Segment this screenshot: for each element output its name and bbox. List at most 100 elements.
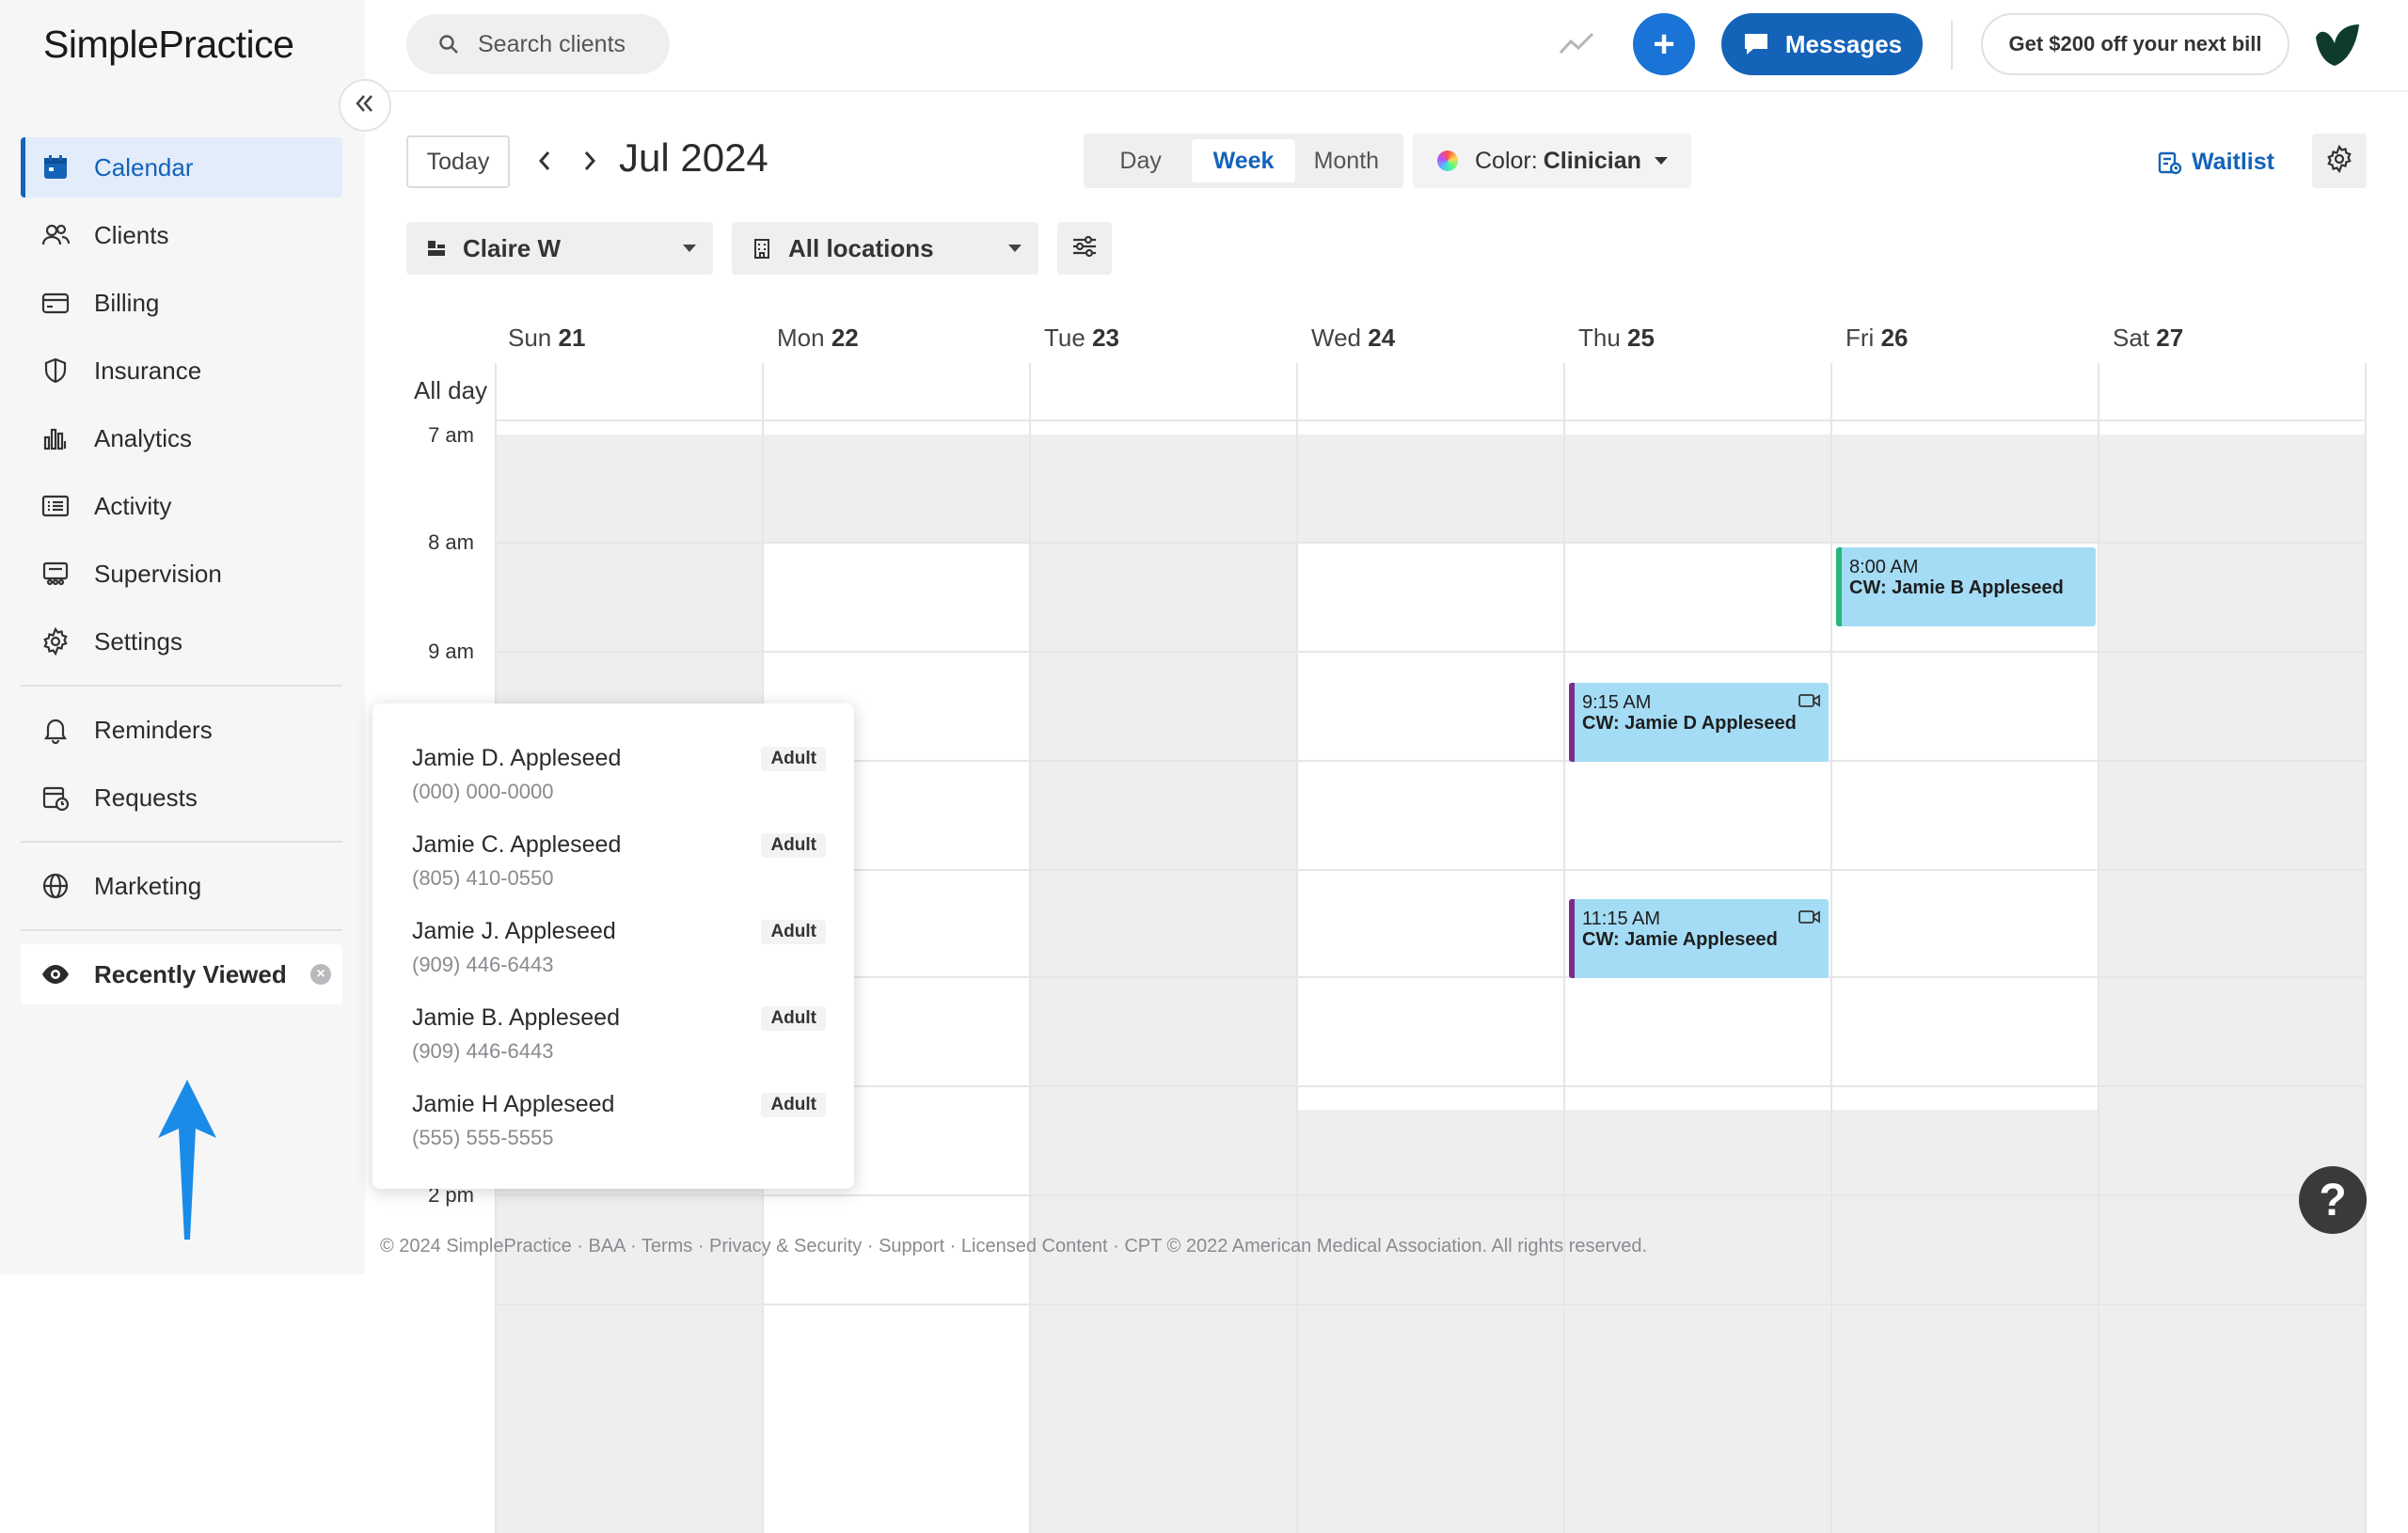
view-month-button[interactable]: Month	[1295, 139, 1398, 182]
day-header-sun[interactable]: Sun 21	[508, 324, 585, 353]
calendar-toolbar: Today Jul 2024 Day Week Month Color: Cli…	[365, 92, 2408, 290]
day-header-mon[interactable]: Mon 22	[777, 324, 859, 353]
caret-down-icon	[683, 245, 696, 252]
sidebar-item-label: Billing	[94, 288, 160, 317]
clinician-icon	[425, 237, 448, 260]
view-toggle: Day Week Month	[1084, 134, 1403, 188]
day-header-sat[interactable]: Sat 27	[2113, 324, 2183, 353]
appointment-event[interactable]: 9:15 AM CW: Jamie D Appleseed	[1569, 683, 1829, 762]
search-placeholder: Search clients	[478, 30, 626, 57]
sidebar: SimplePractice Calendar Clients Billing …	[0, 0, 365, 1274]
sidebar-item-billing[interactable]: Billing	[21, 273, 342, 333]
gear-icon	[40, 625, 71, 657]
sidebar-item-reminders[interactable]: Reminders	[21, 700, 342, 760]
view-day-button[interactable]: Day	[1089, 139, 1192, 182]
recent-client-item[interactable]: Jamie D. Appleseed (000) 000-0000 Adult	[412, 745, 826, 804]
recent-client-item[interactable]: Jamie B. Appleseed (909) 446-6443 Adult	[412, 1004, 826, 1064]
event-title: CW: Jamie Appleseed	[1582, 929, 1778, 950]
supervision-icon	[40, 558, 71, 590]
search-icon	[438, 34, 459, 55]
annotation-arrow-icon	[158, 1080, 216, 1240]
event-color-bar	[1569, 899, 1575, 978]
client-type-badge: Adult	[761, 1093, 826, 1117]
sidebar-item-analytics[interactable]: Analytics	[21, 408, 342, 468]
day-header-wed[interactable]: Wed 24	[1311, 324, 1395, 353]
waitlist-button[interactable]: Waitlist	[2156, 149, 2274, 176]
caret-down-icon	[1008, 245, 1022, 252]
client-phone: (805) 410-0550	[412, 866, 554, 890]
promo-button[interactable]: Get $200 off your next bill	[1981, 13, 2289, 75]
color-value: Clinician	[1543, 147, 1641, 174]
recent-client-item[interactable]: Jamie C. Appleseed (805) 410-0550 Adult	[412, 831, 826, 891]
sidebar-item-marketing[interactable]: Marketing	[21, 856, 342, 916]
nav-divider	[21, 841, 342, 843]
sidebar-item-label: Clients	[94, 220, 169, 249]
topbar-divider	[1951, 21, 1953, 70]
appointment-event[interactable]: 8:00 AM CW: Jamie B Appleseed	[1836, 547, 2096, 626]
sidebar-item-clients[interactable]: Clients	[21, 205, 342, 265]
sidebar-item-label: Activity	[94, 491, 172, 520]
day-header-fri[interactable]: Fri 26	[1846, 324, 1908, 353]
bar-chart-icon	[40, 422, 71, 454]
clinician-dropdown[interactable]: Claire W	[406, 222, 713, 275]
event-time: 8:00 AM	[1849, 557, 1919, 577]
appointment-event[interactable]: 11:15 AM CW: Jamie Appleseed	[1569, 899, 1829, 978]
color-dropdown[interactable]: Color: Clinician	[1413, 134, 1691, 188]
client-phone: (000) 000-0000	[412, 780, 554, 803]
calendar-icon	[40, 151, 71, 183]
time-label: 8 am	[428, 530, 474, 554]
recently-viewed-popup: Jamie D. Appleseed (000) 000-0000 Adult …	[372, 703, 854, 1189]
view-week-button[interactable]: Week	[1192, 139, 1295, 182]
simplepractice-logo[interactable]: SimplePractice	[43, 23, 294, 67]
help-button[interactable]: ?	[2299, 1166, 2367, 1234]
location-value: All locations	[788, 233, 934, 262]
sidebar-item-label: Insurance	[94, 356, 202, 385]
search-input[interactable]: Search clients	[406, 14, 670, 74]
collapse-sidebar-button[interactable]	[339, 79, 391, 132]
top-bar: Search clients + Messages Get $200 off y…	[365, 0, 2408, 92]
shield-icon	[40, 355, 71, 387]
event-time: 9:15 AM	[1582, 692, 1652, 713]
sidebar-item-label: Reminders	[94, 715, 213, 744]
add-button[interactable]: +	[1633, 13, 1695, 75]
footer-text: © 2024 SimplePractice · BAA · Terms · Pr…	[380, 1236, 1648, 1256]
messages-label: Messages	[1784, 29, 1903, 58]
client-type-badge: Adult	[761, 833, 826, 858]
trending-icon[interactable]	[1558, 24, 1595, 67]
day-header-tue[interactable]: Tue 23	[1044, 324, 1119, 353]
filter-button[interactable]	[1057, 222, 1112, 275]
messages-button[interactable]: Messages	[1721, 13, 1923, 75]
client-phone: (555) 555-5555	[412, 1126, 554, 1149]
caret-down-icon	[1654, 157, 1668, 165]
waitlist-icon	[2156, 150, 2182, 176]
sidebar-item-label: Marketing	[94, 871, 202, 900]
location-dropdown[interactable]: All locations	[732, 222, 1038, 275]
sliders-icon	[1070, 232, 1099, 265]
credit-card-icon	[40, 287, 71, 319]
close-icon[interactable]: ×	[310, 964, 331, 985]
today-button[interactable]: Today	[406, 135, 510, 188]
calendar-settings-button[interactable]	[2312, 134, 2367, 188]
double-chevron-left-icon	[353, 91, 377, 120]
video-camera-icon	[1798, 909, 1821, 930]
sidebar-item-supervision[interactable]: Supervision	[21, 544, 342, 604]
chat-icon	[1742, 31, 1770, 57]
sidebar-item-settings[interactable]: Settings	[21, 611, 342, 672]
video-camera-icon	[1798, 692, 1821, 714]
sidebar-item-insurance[interactable]: Insurance	[21, 340, 342, 401]
sidebar-item-requests[interactable]: Requests	[21, 767, 342, 828]
recent-client-item[interactable]: Jamie H Appleseed (555) 555-5555 Adult	[412, 1091, 826, 1150]
sidebar-item-activity[interactable]: Activity	[21, 476, 342, 536]
chevron-right-icon[interactable]	[579, 147, 600, 175]
recently-viewed-button[interactable]: Recently Viewed ×	[21, 944, 342, 1004]
leaf-avatar-icon[interactable]	[2310, 19, 2363, 76]
nav-divider	[21, 685, 342, 687]
recent-client-item[interactable]: Jamie J. Appleseed (909) 446-6443 Adult	[412, 918, 826, 977]
chevron-left-icon[interactable]	[534, 147, 555, 175]
all-day-label: All day	[414, 376, 488, 404]
day-header-thu[interactable]: Thu 25	[1578, 324, 1655, 353]
sidebar-item-label: Calendar	[94, 152, 194, 182]
sidebar-item-calendar[interactable]: Calendar	[21, 137, 342, 198]
waitlist-label: Waitlist	[2192, 149, 2274, 175]
client-type-badge: Adult	[761, 1006, 826, 1031]
